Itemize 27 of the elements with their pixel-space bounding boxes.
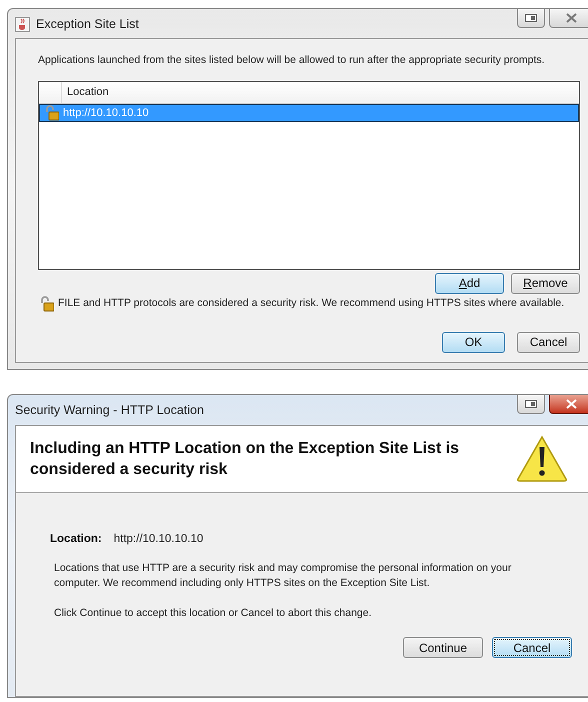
intro-text: Applications launched from the sites listed below will be allowed to run after the appropriate security prompts. <box>38 53 546 68</box>
window-layout-icon <box>525 14 537 22</box>
window-switch-button[interactable] <box>517 395 545 414</box>
close-icon <box>566 13 576 23</box>
window-title: Exception Site List <box>36 16 139 33</box>
dialog-button[interactable]: Cancel <box>517 332 580 353</box>
window-title: Security Warning - HTTP Location <box>15 402 204 419</box>
dialog-button[interactable]: Continue <box>403 637 483 658</box>
window-layout-icon <box>525 400 537 408</box>
location-value: http://10.10.10.10 <box>114 532 204 547</box>
open-padlock-icon <box>40 296 54 312</box>
dialog-button[interactable]: Remove <box>511 272 580 294</box>
open-padlock-icon <box>44 104 58 121</box>
security-note: FILE and HTTP protocols are considered a security risk. We recommend using HTTPS sites where available. <box>58 296 564 311</box>
close-button[interactable] <box>549 395 588 414</box>
dialog-button[interactable]: Add <box>435 272 504 294</box>
warning-heading: Including an HTTP Location on the Exception Site List is considered a security risk <box>30 439 460 480</box>
warning-icon <box>516 435 568 483</box>
message-text: Locations that use HTTP are a security risk and may compromise the personal information on your computer. We recommend including only HTTPS sites on the Exception Site List. <box>54 561 512 592</box>
dialog-button[interactable]: OK <box>442 332 505 353</box>
java-cup-icon <box>15 16 30 32</box>
close-icon <box>566 399 576 409</box>
location-label: Location: <box>50 532 102 547</box>
message-text: Click Continue to accept this location or Cancel to abort this change. <box>54 606 373 622</box>
dialog-button[interactable]: Cancel <box>492 637 572 658</box>
window-switch-button[interactable] <box>517 9 545 28</box>
table-cell-text: http://10.10.10.10 <box>63 106 149 120</box>
